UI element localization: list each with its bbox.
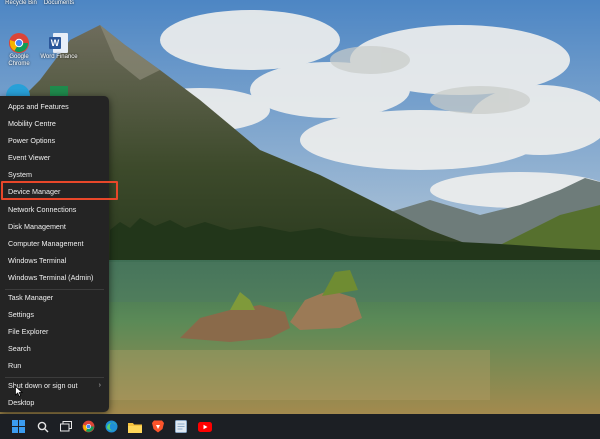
menu-item-power-options[interactable]: Power Options bbox=[0, 132, 109, 149]
word-label: Word Finance bbox=[40, 54, 78, 60]
chrome-label: Google Chrome bbox=[8, 54, 30, 67]
taskbar-edge-button[interactable] bbox=[103, 418, 120, 435]
menu-item-network-connections[interactable]: Network Connections bbox=[0, 201, 109, 218]
device-manager-highlight-box bbox=[1, 181, 118, 200]
chrome-desktop-icon[interactable]: Google Chrome bbox=[0, 32, 40, 68]
mouse-cursor-icon bbox=[15, 386, 23, 397]
windows-start-icon bbox=[12, 420, 25, 433]
menu-item-run[interactable]: Run bbox=[0, 357, 109, 374]
menu-item-windows-terminal-admin[interactable]: Windows Terminal (Admin) bbox=[0, 269, 109, 286]
sheet-desktop-icon-peek[interactable] bbox=[50, 86, 68, 96]
menu-item-mobility-centre[interactable]: Mobility Centre bbox=[0, 115, 109, 132]
recycle-bin-desktop-icon[interactable]: Recycle Bin bbox=[0, 0, 42, 7]
search-icon bbox=[37, 421, 48, 432]
menu-item-computer-management[interactable]: Computer Management bbox=[0, 235, 109, 252]
taskbar-chrome-button[interactable] bbox=[80, 418, 97, 435]
taskbar bbox=[0, 414, 600, 439]
youtube-icon bbox=[197, 421, 212, 432]
brave-icon bbox=[151, 420, 164, 433]
task-view-icon bbox=[59, 421, 72, 432]
start-button[interactable] bbox=[10, 418, 27, 435]
task-view-button[interactable] bbox=[57, 418, 74, 435]
chrome-icon bbox=[82, 420, 95, 433]
menu-item-disk-management[interactable]: Disk Management bbox=[0, 218, 109, 235]
taskbar-youtube-button[interactable] bbox=[196, 418, 213, 435]
taskbar-search-button[interactable] bbox=[34, 418, 51, 435]
menu-item-apps-and-features[interactable]: Apps and Features bbox=[0, 98, 109, 115]
menu-item-file-explorer[interactable]: File Explorer bbox=[0, 323, 109, 340]
documents-desktop-icon[interactable]: Documents bbox=[38, 0, 80, 7]
desktop-screen: Recycle Bin Documents Google Chrome W Wo… bbox=[0, 0, 600, 439]
chrome-icon bbox=[9, 33, 29, 53]
chevron-right-icon: › bbox=[98, 382, 101, 389]
documents-label: Documents bbox=[43, 0, 75, 6]
notepad-icon bbox=[174, 420, 187, 433]
file-explorer-icon bbox=[127, 422, 142, 433]
menu-item-search[interactable]: Search bbox=[0, 340, 109, 357]
taskbar-file-explorer-button[interactable] bbox=[126, 418, 143, 435]
word-icon: W bbox=[49, 33, 68, 53]
word-desktop-icon[interactable]: W Word Finance bbox=[38, 32, 80, 61]
edge-icon bbox=[105, 420, 118, 433]
menu-item-event-viewer[interactable]: Event Viewer bbox=[0, 149, 109, 166]
recycle-bin-label: Recycle Bin bbox=[5, 0, 37, 6]
power-user-menu: Apps and Features Mobility Centre Power … bbox=[0, 96, 109, 412]
taskbar-notepad-button[interactable] bbox=[172, 418, 189, 435]
taskbar-brave-button[interactable] bbox=[149, 418, 166, 435]
svg-text:W: W bbox=[51, 38, 60, 48]
menu-item-task-manager[interactable]: Task Manager bbox=[0, 289, 109, 306]
menu-item-settings[interactable]: Settings bbox=[0, 306, 109, 323]
menu-item-windows-terminal[interactable]: Windows Terminal bbox=[0, 252, 109, 269]
